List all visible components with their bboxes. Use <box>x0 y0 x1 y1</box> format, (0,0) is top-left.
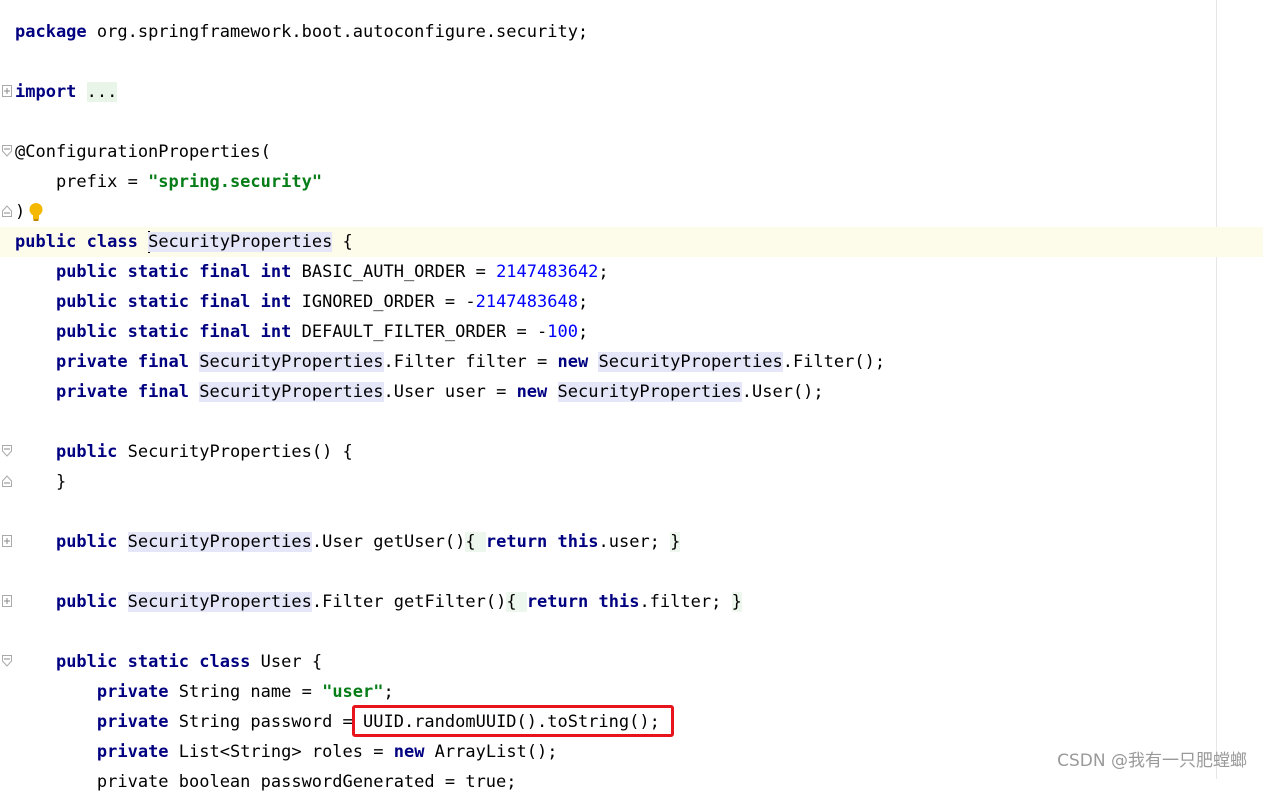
code-line-11: public static final int DEFAULT_FILTER_O… <box>55 322 589 342</box>
code-line-5: @ConfigurationProperties( <box>0 137 1263 167</box>
code-line-26-partial: private boolean passwordGenerated = true… <box>15 772 517 792</box>
fold-end-icon[interactable] <box>2 475 12 487</box>
fold-expand-icon[interactable] <box>2 535 12 547</box>
code-line-12: private final SecurityProperties.Filter … <box>55 352 886 372</box>
code-line-8: public class SecurityProperties { <box>0 227 1263 257</box>
folded-imports[interactable]: ... <box>86 82 118 102</box>
code-line-16: } <box>0 467 1263 497</box>
code-line-10: public static final int IGNORED_ORDER = … <box>55 292 589 312</box>
code-line-13: private final SecurityProperties.User us… <box>55 382 824 402</box>
annotation-highlight-box <box>352 705 674 737</box>
code-line-15: public SecurityProperties() { <box>0 437 1263 467</box>
fold-collapse-icon[interactable] <box>2 145 12 157</box>
code-line-6: prefix = "spring.security" <box>15 172 323 192</box>
csdn-watermark: CSDN @我有一只肥螳螂 <box>1057 751 1247 771</box>
fold-end-icon[interactable] <box>2 205 12 217</box>
code-line-3: import ... <box>0 77 1263 107</box>
code-line-23: private String name = "user"; <box>96 682 394 702</box>
fold-collapse-icon[interactable] <box>2 655 12 667</box>
code-line-9: public static final int BASIC_AUTH_ORDER… <box>55 262 609 282</box>
code-editor[interactable]: package org.springframework.boot.autocon… <box>0 17 1263 797</box>
code-line-7: ) <box>0 197 1263 227</box>
fold-collapse-icon[interactable] <box>2 445 12 457</box>
fold-expand-icon[interactable] <box>2 595 12 607</box>
code-line-22: public static class User { <box>0 647 1263 677</box>
fold-expand-icon[interactable] <box>2 85 12 97</box>
code-line-1: package org.springframework.boot.autocon… <box>15 22 589 42</box>
code-line-18: public SecurityProperties.User getUser()… <box>0 527 1263 557</box>
code-line-20: public SecurityProperties.Filter getFilt… <box>0 587 1263 617</box>
